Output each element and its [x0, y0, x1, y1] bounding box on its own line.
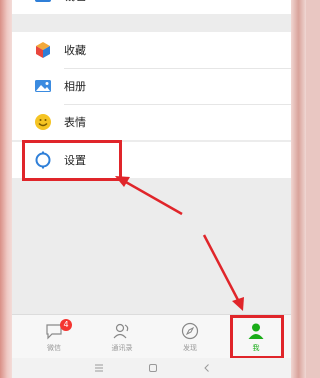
- menu-item-wallet[interactable]: 钱包: [12, 0, 291, 14]
- tab-chats-label: 微信: [47, 344, 61, 352]
- menu-item-stickers[interactable]: 表情: [12, 104, 291, 140]
- settings-highlight-box: [22, 140, 122, 181]
- smiley-face-icon: [35, 114, 51, 130]
- arrow-to-settings: [115, 176, 183, 216]
- back-chevron-icon[interactable]: [202, 363, 212, 373]
- wechat-me-screen: 钱包 收藏 相册: [12, 0, 291, 378]
- tab-chats[interactable]: 4 微信: [24, 315, 84, 359]
- contacts-people-icon: [113, 323, 129, 339]
- album-picture-icon: [35, 80, 51, 92]
- menu-item-album-label: 相册: [64, 80, 86, 93]
- phone-bezel-left: [0, 0, 12, 378]
- menu-item-favorites-label: 收藏: [64, 44, 86, 57]
- collection-group: 收藏 相册 表情: [12, 32, 291, 140]
- tab-contacts[interactable]: 通讯录: [92, 315, 152, 359]
- compass-icon: [181, 322, 199, 340]
- menu-item-favorites[interactable]: 收藏: [12, 32, 291, 68]
- favorites-cube-icon: [36, 42, 50, 58]
- wallet-group: 钱包: [12, 0, 291, 14]
- system-nav-bar: [12, 358, 291, 378]
- menu-item-stickers-label: 表情: [64, 116, 86, 129]
- me-tab-highlight-box: [230, 315, 284, 359]
- menu-lines-icon[interactable]: [94, 363, 104, 373]
- unread-badge: 4: [60, 319, 72, 331]
- menu-item-album[interactable]: 相册: [12, 68, 291, 104]
- tab-discover-label: 发现: [183, 344, 197, 352]
- menu-item-wallet-label: 钱包: [64, 0, 86, 4]
- tab-contacts-label: 通讯录: [111, 344, 133, 352]
- wallet-icon: [35, 0, 51, 2]
- phone-bezel-right: [291, 0, 306, 378]
- home-square-icon[interactable]: [148, 363, 158, 373]
- tab-discover[interactable]: 发现: [160, 315, 220, 359]
- arrow-to-me-tab: [202, 234, 244, 311]
